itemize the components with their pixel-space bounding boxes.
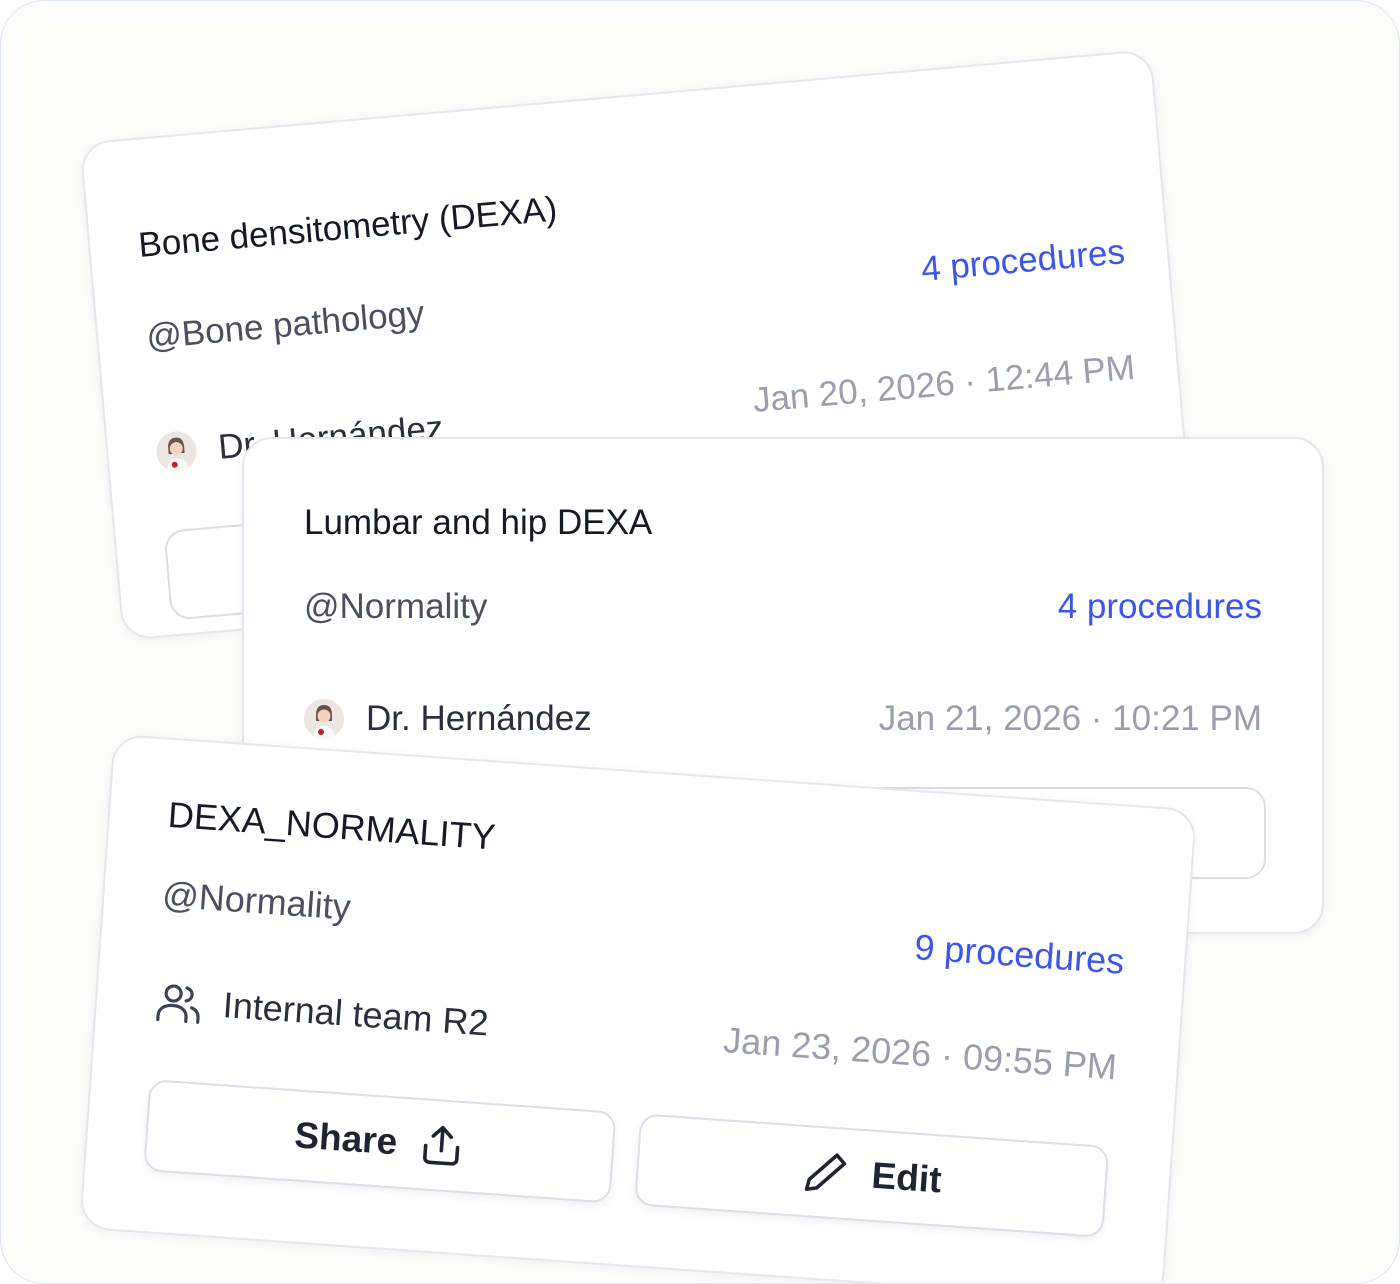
- template-card-dexa-normality[interactable]: DEXA_NORMALITY @Normality 9 procedures I…: [79, 733, 1197, 1283]
- edit-label: Edit: [870, 1154, 943, 1201]
- share-label: Share: [293, 1114, 399, 1163]
- card-date: Jan 21, 2026 · 10:21 PM: [878, 699, 1262, 738]
- card-date: Jan 23, 2026 · 09:55 PM: [722, 1019, 1119, 1088]
- procedures-count[interactable]: 9 procedures: [913, 926, 1125, 983]
- edit-button[interactable]: Edit: [634, 1113, 1110, 1238]
- canvas-frame: Bone densitometry (DEXA) @Bone pathology…: [0, 0, 1400, 1284]
- procedures-count[interactable]: 4 procedures: [919, 232, 1126, 290]
- author-name: Dr. Hernández: [366, 699, 592, 738]
- avatar-icon: [154, 429, 199, 474]
- users-icon: [153, 977, 204, 1028]
- card-title: Bone densitometry (DEXA): [136, 189, 559, 266]
- share-upload-icon: [418, 1121, 467, 1170]
- pencil-icon: [800, 1147, 851, 1198]
- card-title: Lumbar and hip DEXA: [304, 503, 653, 542]
- card-tag[interactable]: @Normality: [304, 587, 487, 627]
- share-button[interactable]: Share: [143, 1079, 617, 1204]
- card-title: DEXA_NORMALITY: [166, 793, 497, 858]
- card-date: Jan 20, 2026 · 12:44 PM: [751, 347, 1137, 421]
- team-name: Internal team R2: [221, 984, 490, 1044]
- card-tag[interactable]: @Bone pathology: [145, 293, 426, 357]
- avatar-icon: [304, 699, 344, 739]
- card-tag[interactable]: @Normality: [161, 874, 352, 929]
- procedures-count[interactable]: 4 procedures: [1058, 587, 1262, 627]
